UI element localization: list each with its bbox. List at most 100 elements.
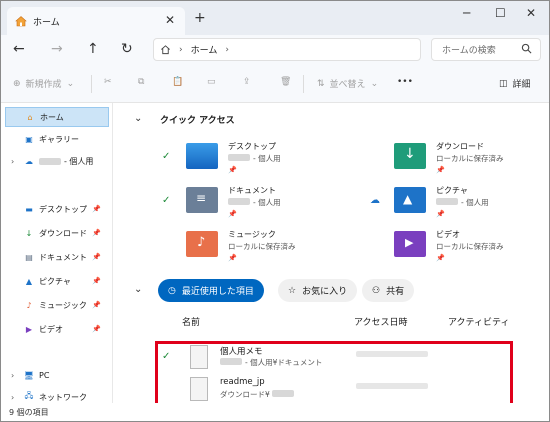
home-icon <box>15 16 27 27</box>
quick-access-desktop[interactable]: デスクトップ - 個人用 📌 <box>186 139 366 179</box>
tab-home[interactable]: ホーム ✕ <box>7 7 185 35</box>
divider <box>303 75 304 93</box>
gallery-icon: ▣ <box>25 134 33 144</box>
close-tab-icon[interactable]: ✕ <box>165 13 175 27</box>
item-location: - 個人用 <box>228 153 281 164</box>
chevron-right-icon: › <box>225 44 229 55</box>
quick-access-title[interactable]: クイック アクセス <box>160 113 235 126</box>
column-header-access-time[interactable]: アクセス日時 <box>354 315 408 328</box>
chevron-right-icon[interactable]: › <box>11 157 14 166</box>
share-icon[interactable]: ⇪ <box>243 77 251 87</box>
item-location: - 個人用 <box>228 197 281 208</box>
item-name: デスクトップ <box>228 142 276 151</box>
paste-icon[interactable]: 📋 <box>172 77 183 87</box>
column-header-activity[interactable]: アクティビティ <box>448 315 509 328</box>
tab-favorites-label: お気に入り <box>302 287 348 297</box>
tab-shared[interactable]: ⚇ 共有 <box>362 279 415 302</box>
video-icon: ▶ <box>25 324 33 334</box>
sidebar-item-label: ピクチャ <box>39 276 71 286</box>
sidebar-item-onedrive[interactable]: › ☁ - 個人用 <box>5 151 109 171</box>
plus-circle-icon: ⊕ <box>13 78 21 89</box>
refresh-button[interactable]: ↻ <box>121 41 133 57</box>
sidebar-item-label: ドキュメント <box>39 252 87 262</box>
quick-access-videos[interactable]: ▶ ビデオ ローカルに保存済み 📌 <box>394 227 549 267</box>
sidebar-item-downloads[interactable]: ↓ ダウンロード 📌 <box>5 223 109 243</box>
sidebar-item-pc[interactable]: › 🖥 PC <box>5 365 109 385</box>
quick-access-music[interactable]: ♪ ミュージック ローカルに保存済み 📌 <box>186 227 366 267</box>
sort-button[interactable]: ⇅ 並べ替え ⌄ <box>317 77 378 91</box>
chevron-right-icon[interactable]: › <box>11 371 14 380</box>
document-icon: ▤ <box>25 252 33 262</box>
sidebar-item-label: デスクトップ <box>39 204 87 214</box>
item-name: ビデオ <box>436 230 460 239</box>
tab-recent[interactable]: ◷ 最近使用した項目 <box>158 279 264 302</box>
sidebar-item-label: ホーム <box>40 112 64 122</box>
forward-button[interactable]: → <box>51 41 63 57</box>
search-input[interactable]: ホームの検索 <box>431 38 541 61</box>
new-tab-button[interactable]: + <box>194 10 206 26</box>
cloud-status-icon: ☁ <box>370 195 380 206</box>
title-bar: ホーム ✕ + ─ ☐ ✕ <box>1 1 549 35</box>
delete-icon[interactable]: 🗑 <box>280 77 291 87</box>
command-bar: ⊕ 新規作成 ⌄ ✂ ⧉ 📋 ▭ ⇪ 🗑 ⇅ 並べ替え ⌄ ••• ◫ 詳細 <box>1 65 549 103</box>
sidebar-item-music[interactable]: ♪ ミュージック 📌 <box>5 295 109 315</box>
pin-icon: 📌 <box>92 325 101 333</box>
redacted-name <box>39 157 61 165</box>
maximize-button[interactable]: ☐ <box>495 6 506 20</box>
status-bar: 9 個の項目 <box>1 403 549 421</box>
address-bar[interactable]: › ホーム › <box>153 38 421 61</box>
sidebar-item-gallery[interactable]: ▣ ギャラリー <box>5 129 109 149</box>
new-label: 新規作成 <box>25 80 62 90</box>
item-count: 9 個の項目 <box>9 408 49 417</box>
item-name: ドキュメント <box>228 186 276 195</box>
file-explorer-window: ホーム ✕ + ─ ☐ ✕ ← → ↑ ↻ › ホーム › ホームの検索 ⊕ 新… <box>0 0 550 422</box>
desktop-icon: ▬ <box>25 204 33 214</box>
download-icon: ↓ <box>25 228 33 238</box>
sidebar-item-label: PC <box>39 370 50 380</box>
details-button[interactable]: ◫ 詳細 <box>499 77 531 91</box>
copy-icon[interactable]: ⧉ <box>138 77 144 87</box>
back-button[interactable]: ← <box>13 41 25 57</box>
people-icon: ⚇ <box>372 285 381 296</box>
rename-icon[interactable]: ▭ <box>207 77 216 87</box>
up-button[interactable]: ↑ <box>87 41 99 57</box>
chevron-down-icon[interactable]: ⌄ <box>134 113 142 124</box>
pictures-icon: ▲ <box>25 276 33 286</box>
quick-access-pictures[interactable]: ▲ ピクチャ - 個人用 📌 <box>394 183 549 223</box>
music-folder-icon: ♪ <box>186 231 218 257</box>
more-options-button[interactable]: ••• <box>397 77 413 87</box>
sidebar-item-label: ダウンロード <box>39 228 87 238</box>
column-header-name[interactable]: 名前 <box>182 315 200 328</box>
close-window-button[interactable]: ✕ <box>526 6 536 20</box>
tab-shared-label: 共有 <box>386 287 405 297</box>
item-location: ローカルに保存済み <box>436 154 504 163</box>
quick-access-downloads[interactable]: ↓ ダウンロード ローカルに保存済み 📌 <box>394 139 549 179</box>
sidebar-item-documents[interactable]: ▤ ドキュメント 📌 <box>5 247 109 267</box>
sort-label: 並べ替え <box>329 80 366 90</box>
tab-favorites[interactable]: ☆ お気に入り <box>278 279 358 302</box>
pin-icon: 📌 <box>92 253 101 261</box>
chevron-right-icon[interactable]: › <box>11 393 14 402</box>
new-button[interactable]: ⊕ 新規作成 ⌄ <box>13 77 75 91</box>
chevron-down-icon[interactable]: ⌄ <box>134 284 142 295</box>
pin-icon: 📌 <box>436 254 445 262</box>
synced-check-icon: ✓ <box>162 151 171 162</box>
sidebar-item-label: ギャラリー <box>39 134 79 144</box>
chevron-down-icon: ⌄ <box>66 78 75 89</box>
breadcrumb-home[interactable]: ホーム <box>191 43 218 56</box>
minimize-button[interactable]: ─ <box>463 6 470 20</box>
pin-icon: 📌 <box>436 210 445 218</box>
tab-title: ホーム <box>33 17 60 28</box>
documents-folder-icon: ≡ <box>186 187 218 213</box>
videos-folder-icon: ▶ <box>394 231 426 257</box>
quick-access-documents[interactable]: ≡ ドキュメント - 個人用 📌 <box>186 183 366 223</box>
clock-icon: ◷ <box>168 285 176 296</box>
sidebar-item-desktop[interactable]: ▬ デスクトップ 📌 <box>5 199 109 219</box>
sidebar-item-home[interactable]: ⌂ ホーム <box>5 107 109 127</box>
cut-icon[interactable]: ✂ <box>104 77 112 87</box>
sidebar-item-pictures[interactable]: ▲ ピクチャ 📌 <box>5 271 109 291</box>
pin-icon: 📌 <box>92 301 101 309</box>
pin-icon: 📌 <box>228 254 237 262</box>
sidebar-item-label: ミュージック <box>39 300 87 310</box>
sidebar-item-videos[interactable]: ▶ ビデオ 📌 <box>5 319 109 339</box>
